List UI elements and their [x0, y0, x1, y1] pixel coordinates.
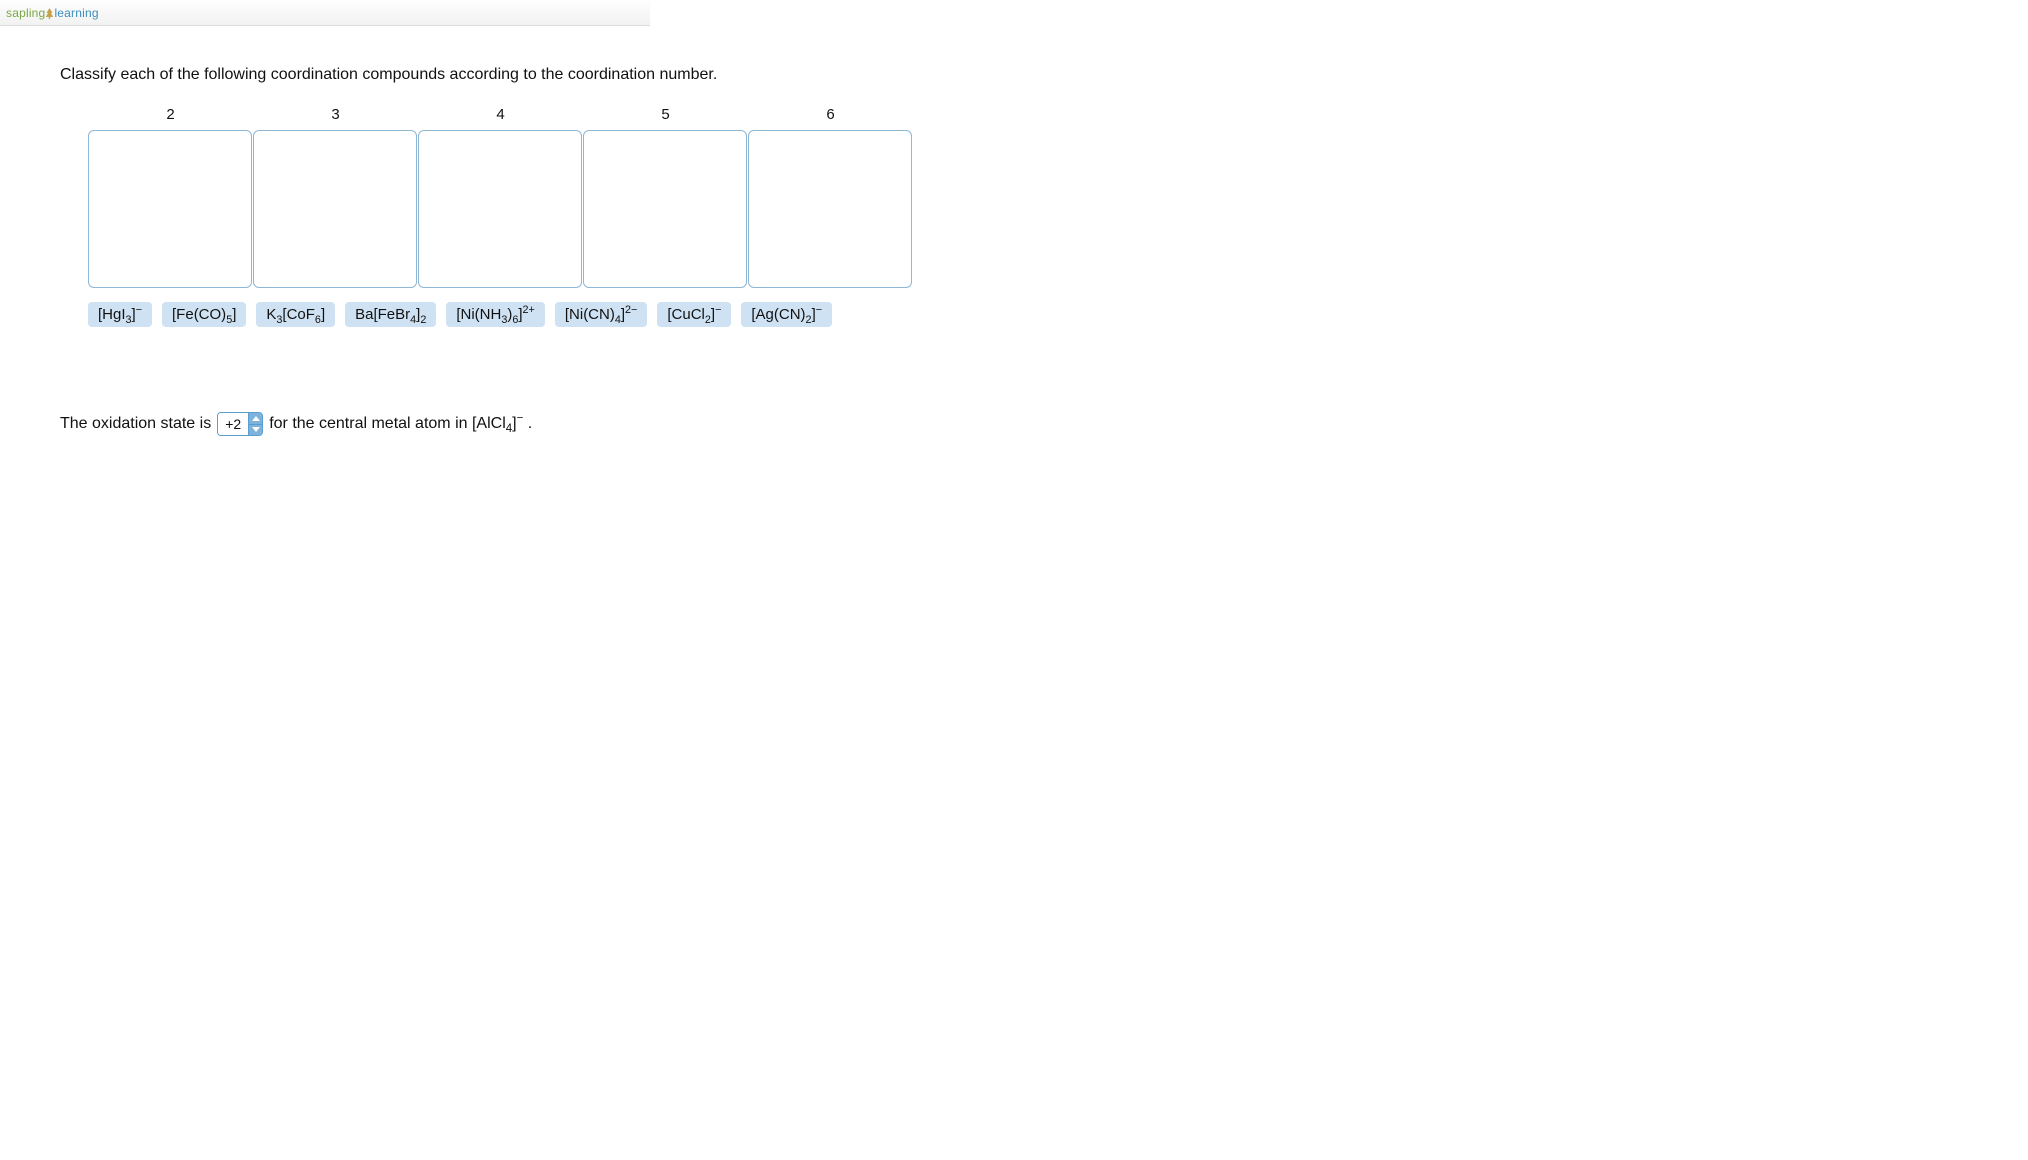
oxidation-decrement-button[interactable]: [249, 425, 262, 436]
compound-chip-agcn2[interactable]: [Ag(CN)2]−: [741, 302, 832, 327]
oxidation-prefix: The oxidation state is: [60, 415, 211, 433]
oxidation-state-input[interactable]: [218, 413, 248, 435]
brand-learning: learning: [54, 6, 98, 20]
compound-chip-k3cof6[interactable]: K3[CoF6]: [256, 302, 335, 327]
bin-column: 6: [748, 106, 913, 288]
classification-bins: 2 3 4 5 6: [88, 106, 1968, 288]
bin-column: 2: [88, 106, 253, 288]
drop-bin-6[interactable]: [748, 130, 912, 288]
chevron-down-icon: [252, 427, 260, 432]
drop-bin-5[interactable]: [583, 130, 747, 288]
question-content: Classify each of the following coordinat…: [0, 26, 2028, 476]
bin-header: 3: [331, 106, 339, 126]
brand-logo: sapling learning: [6, 6, 99, 20]
bin-column: 3: [253, 106, 418, 288]
compound-chip-hgi3[interactable]: [HgI3]−: [88, 302, 152, 327]
topbar: sapling learning: [0, 0, 650, 26]
drop-bin-4[interactable]: [418, 130, 582, 288]
compound-chip-tray: [HgI3]− [Fe(CO)5] K3[CoF6] Ba[FeBr4]2 [Ni(NH…: [88, 302, 1968, 327]
oxidation-spinner[interactable]: [217, 412, 263, 436]
question-prompt: Classify each of the following coordinat…: [60, 66, 1968, 84]
oxidation-suffix: for the central metal atom in [AlCl4]− .: [269, 415, 532, 433]
drop-bin-2[interactable]: [88, 130, 252, 288]
compound-chip-nicn4[interactable]: [Ni(CN)4]2−: [555, 302, 648, 327]
bin-header: 6: [826, 106, 834, 126]
bin-column: 5: [583, 106, 748, 288]
compound-chip-feco5[interactable]: [Fe(CO)5]: [162, 302, 246, 327]
compound-chip-bafebr4[interactable]: Ba[FeBr4]2: [345, 302, 436, 327]
brand-tree-icon: [45, 6, 54, 20]
compound-chip-ninh36[interactable]: [Ni(NH3)6]2+: [446, 302, 545, 327]
drop-bin-3[interactable]: [253, 130, 417, 288]
bin-header: 4: [496, 106, 504, 126]
bin-header: 5: [661, 106, 669, 126]
compound-chip-cucl2[interactable]: [CuCl2]−: [657, 302, 731, 327]
oxidation-state-line: The oxidation state is for the central m…: [60, 412, 1968, 436]
brand-sapling: sapling: [6, 6, 45, 20]
bin-header: 2: [166, 106, 174, 126]
bin-column: 4: [418, 106, 583, 288]
chevron-up-icon: [252, 416, 260, 421]
oxidation-increment-button[interactable]: [249, 413, 262, 425]
